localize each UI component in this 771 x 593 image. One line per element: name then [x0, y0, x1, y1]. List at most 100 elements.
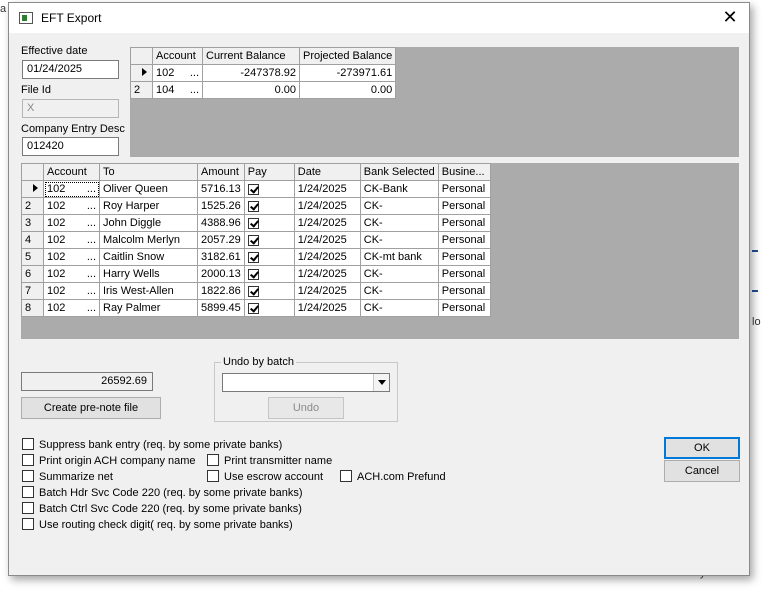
pay-checkbox[interactable]: [247, 268, 259, 280]
table-row[interactable]: 6 102... Harry Wells 2000.13 1/24/2025 CK- Per…: [21, 265, 491, 283]
pay-cell[interactable]: [243, 197, 295, 215]
print-origin-ach-option[interactable]: Print origin ACH company name: [22, 454, 196, 467]
date-cell[interactable]: 1/24/2025: [293, 299, 361, 317]
bank-selected-cell[interactable]: CK-: [359, 214, 439, 232]
create-prenote-button[interactable]: Create pre-note file: [21, 397, 161, 419]
account-cell[interactable]: 102...: [43, 248, 100, 266]
account-cell[interactable]: 102...: [43, 282, 100, 300]
account-cell[interactable]: 102...: [43, 299, 100, 317]
table-row[interactable]: 5 102... Caitlin Snow 3182.61 1/24/2025 CK-mt…: [21, 248, 491, 266]
pay-cell[interactable]: [243, 248, 295, 266]
bank-selected-cell[interactable]: CK-: [359, 299, 439, 317]
amount-cell[interactable]: 2057.29: [197, 231, 245, 249]
pay-cell[interactable]: [243, 180, 295, 198]
pay-checkbox[interactable]: [247, 234, 259, 246]
pay-checkbox[interactable]: [247, 285, 259, 297]
account-cell[interactable]: 102...: [152, 64, 203, 82]
column-header-bank-selected[interactable]: Bank Selected: [359, 163, 439, 181]
date-cell[interactable]: 1/24/2025: [293, 197, 361, 215]
table-row[interactable]: 2 102... Roy Harper 1525.26 1/24/2025 CK- Pers…: [21, 197, 491, 215]
business-cell[interactable]: Personal: [437, 282, 491, 300]
effective-date-input[interactable]: 01/24/2025: [22, 60, 119, 79]
amount-cell[interactable]: 4388.96: [197, 214, 245, 232]
pay-checkbox[interactable]: [247, 200, 259, 212]
routing-check-option[interactable]: Use routing check digit( req. by some pr…: [22, 518, 293, 531]
cancel-button[interactable]: Cancel: [664, 460, 740, 482]
row-header[interactable]: 5: [21, 248, 44, 266]
column-header-current-balance[interactable]: Current Balance: [202, 47, 300, 65]
routing-check-checkbox[interactable]: [22, 518, 34, 530]
chevron-down-icon[interactable]: [373, 374, 389, 391]
amount-cell[interactable]: 1525.26: [197, 197, 245, 215]
row-header[interactable]: 2: [130, 81, 153, 99]
close-icon[interactable]: ✕: [719, 7, 741, 29]
business-cell[interactable]: Personal: [437, 197, 491, 215]
payee-cell[interactable]: Roy Harper: [99, 197, 198, 215]
amount-cell[interactable]: 1822.86: [197, 282, 245, 300]
date-cell[interactable]: 1/24/2025: [293, 214, 361, 232]
date-cell[interactable]: 1/24/2025: [293, 248, 361, 266]
pay-cell[interactable]: [243, 231, 295, 249]
column-header-account[interactable]: Account: [43, 163, 100, 181]
column-header-account[interactable]: Account: [152, 47, 203, 65]
undo-button[interactable]: Undo: [268, 397, 344, 419]
pay-checkbox[interactable]: [247, 251, 259, 263]
batch-ctrl-option[interactable]: Batch Ctrl Svc Code 220 (req. by some pr…: [22, 502, 302, 515]
row-selector-icon[interactable]: [21, 180, 44, 198]
amount-cell[interactable]: 5716.13: [197, 180, 245, 198]
batch-hdr-checkbox[interactable]: [22, 486, 34, 498]
payee-cell[interactable]: Ray Palmer: [99, 299, 198, 317]
account-cell[interactable]: 104...: [152, 81, 203, 99]
ok-button[interactable]: OK: [664, 437, 740, 459]
summarize-net-option[interactable]: Summarize net: [22, 470, 113, 483]
payee-cell[interactable]: Oliver Queen: [99, 180, 198, 198]
account-cell[interactable]: 102...: [43, 197, 100, 215]
row-header[interactable]: 8: [21, 299, 44, 317]
pay-cell[interactable]: [243, 265, 295, 283]
row-header[interactable]: 2: [21, 197, 44, 215]
pay-checkbox[interactable]: [247, 217, 259, 229]
business-cell[interactable]: Personal: [437, 180, 491, 198]
amount-cell[interactable]: 5899.45: [197, 299, 245, 317]
suppress-bank-entry-checkbox[interactable]: [22, 438, 34, 450]
suppress-bank-entry-option[interactable]: Suppress bank entry (req. by some privat…: [22, 438, 282, 451]
row-header[interactable]: 4: [21, 231, 44, 249]
date-cell[interactable]: 1/24/2025: [293, 282, 361, 300]
use-escrow-checkbox[interactable]: [207, 470, 219, 482]
date-cell[interactable]: 1/24/2025: [293, 180, 361, 198]
business-cell[interactable]: Personal: [437, 248, 491, 266]
use-escrow-option[interactable]: Use escrow account: [207, 470, 323, 483]
row-header[interactable]: 3: [21, 214, 44, 232]
payee-cell[interactable]: Caitlin Snow: [99, 248, 198, 266]
row-header[interactable]: 7: [21, 282, 44, 300]
row-selector-icon[interactable]: [130, 64, 153, 82]
pay-checkbox[interactable]: [247, 183, 259, 195]
payee-cell[interactable]: Iris West-Allen: [99, 282, 198, 300]
payee-cell[interactable]: Malcolm Merlyn: [99, 231, 198, 249]
business-cell[interactable]: Personal: [437, 214, 491, 232]
bank-selected-cell[interactable]: CK-mt bank: [359, 248, 439, 266]
pay-cell[interactable]: [243, 214, 295, 232]
payee-cell[interactable]: Harry Wells: [99, 265, 198, 283]
batch-hdr-option[interactable]: Batch Hdr Svc Code 220 (req. by some pri…: [22, 486, 303, 499]
column-header-pay[interactable]: Pay: [243, 163, 295, 181]
payee-cell[interactable]: John Diggle: [99, 214, 198, 232]
pay-checkbox[interactable]: [247, 302, 259, 314]
batch-select[interactable]: [222, 373, 390, 392]
column-header-to[interactable]: To: [99, 163, 198, 181]
account-cell[interactable]: 102...: [43, 231, 100, 249]
business-cell[interactable]: Personal: [437, 231, 491, 249]
pay-cell[interactable]: [243, 299, 295, 317]
table-row[interactable]: 4 102... Malcolm Merlyn 2057.29 1/24/2025 CK-…: [21, 231, 491, 249]
table-row[interactable]: 102... Oliver Queen 5716.13 1/24/2025 CK-Ban…: [21, 180, 491, 198]
account-cell[interactable]: 102...: [43, 180, 100, 198]
print-transmitter-checkbox[interactable]: [207, 454, 219, 466]
ach-prefund-option[interactable]: ACH.com Prefund: [340, 470, 446, 483]
table-row[interactable]: 3 102... John Diggle 4388.96 1/24/2025 CK- Per…: [21, 214, 491, 232]
batch-ctrl-checkbox[interactable]: [22, 502, 34, 514]
table-row[interactable]: 7 102... Iris West-Allen 1822.86 1/24/2025 CK…: [21, 282, 491, 300]
title-bar[interactable]: EFT Export ✕: [9, 3, 749, 33]
print-transmitter-option[interactable]: Print transmitter name: [207, 454, 332, 467]
bank-selected-cell[interactable]: CK-: [359, 197, 439, 215]
bank-selected-cell[interactable]: CK-: [359, 231, 439, 249]
